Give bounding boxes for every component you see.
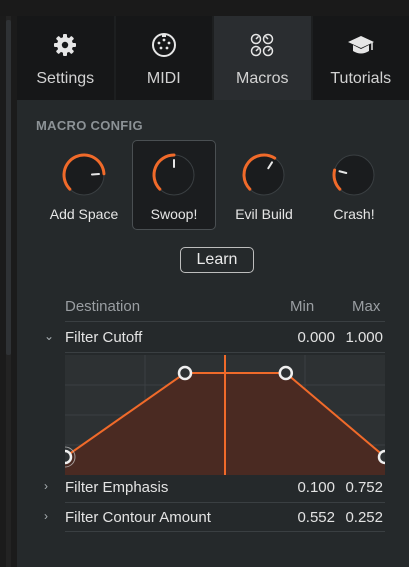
header-max: Max [352,298,381,315]
macro-knob[interactable] [59,150,109,200]
midi-port-icon [150,32,178,58]
divider [65,352,385,353]
curve-point[interactable] [65,449,73,465]
destination-name: Filter Cutoff [65,329,143,346]
max-value[interactable]: 0.752 [345,479,383,496]
chevron-down-icon[interactable]: ⌄ [44,329,54,343]
divider [65,321,385,322]
divider [65,502,385,503]
min-value[interactable]: 0.000 [297,329,335,346]
tab-macros[interactable]: Macros [214,16,311,100]
divider [65,531,385,532]
macro-swoop[interactable]: Swoop! [132,140,216,230]
curve-point[interactable] [177,365,193,381]
destination-row-filter-cutoff[interactable]: ⌄ Filter Cutoff 0.000 1.000 [40,329,385,351]
min-value[interactable]: 0.100 [297,479,335,496]
tab-tutorials[interactable]: Tutorials [312,16,409,100]
destination-name: Filter Emphasis [65,479,169,496]
macro-label: Swoop! [150,206,198,222]
curve-point[interactable] [377,449,385,465]
graduation-cap-icon [347,32,375,58]
header-min: Min [290,298,315,315]
macros-knobs-icon [248,32,276,58]
min-value[interactable]: 0.552 [297,509,335,526]
max-value[interactable]: 1.000 [345,329,383,346]
curve-point[interactable] [278,365,294,381]
section-title: MACRO CONFIG [36,118,143,133]
tab-label: Tutorials [330,70,392,87]
gear-icon [51,32,79,58]
tab-settings[interactable]: Settings [17,16,114,100]
macro-knob[interactable] [239,150,289,200]
macro-add-space[interactable]: Add Space [42,140,126,230]
chevron-right-icon[interactable]: › [44,479,48,493]
macro-knob[interactable] [149,150,199,200]
macro-label: Crash! [333,206,375,222]
destination-row-filter-emphasis[interactable]: › Filter Emphasis 0.100 0.752 [40,479,385,501]
tab-bar: Settings MIDI Macros Tutorials [17,16,409,100]
macro-evil-build[interactable]: Evil Build [222,140,306,230]
tab-label: MIDI [146,70,181,87]
chevron-right-icon[interactable]: › [44,509,48,523]
top-strip [0,0,409,16]
macro-label: Evil Build [235,206,293,222]
tab-label: Settings [36,70,95,87]
macro-knob[interactable] [329,150,379,200]
scrollbar-thumb[interactable] [6,20,11,355]
learn-button[interactable]: Learn [180,247,254,273]
destination-row-filter-contour-amount[interactable]: › Filter Contour Amount 0.552 0.252 [40,509,385,531]
tab-label: Macros [236,70,289,87]
macro-crash[interactable]: Crash! [312,140,396,230]
macro-curve-graph[interactable] [65,355,385,475]
max-value[interactable]: 0.252 [345,509,383,526]
destination-name: Filter Contour Amount [65,509,211,526]
macro-label: Add Space [49,206,119,222]
header-destination: Destination [65,298,141,315]
tab-midi[interactable]: MIDI [115,16,212,100]
